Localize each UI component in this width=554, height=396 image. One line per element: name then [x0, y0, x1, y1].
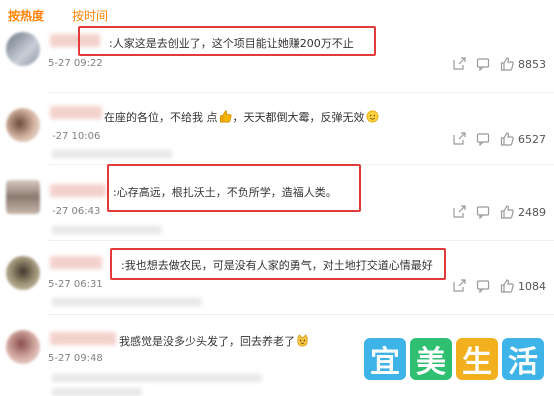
divider: [48, 92, 554, 93]
avatar[interactable]: [6, 32, 40, 66]
comment-actions: 1084: [442, 278, 546, 294]
thumb-up-icon[interactable]: [500, 132, 514, 146]
share-icon[interactable]: [452, 57, 466, 71]
smiling-face-emoji-icon: [366, 110, 379, 123]
username-blurred[interactable]: [50, 106, 102, 119]
comment-text: 在座的各位，不给我 点 ，天天都倒大霉，反弹无效: [104, 110, 380, 125]
divider: [48, 314, 554, 315]
comment-time: -27 10:06: [52, 131, 101, 142]
comment-text-part: ，天天都倒大霉，反弹无效: [232, 111, 365, 124]
username-blurred[interactable]: [50, 256, 102, 269]
username-blurred[interactable]: [50, 332, 116, 345]
comment-text-part: 我感觉是没多少头发了，回去养老了: [119, 335, 295, 348]
comment-time: 5-27 09:48: [48, 353, 103, 364]
tab-by-hot[interactable]: 按热度: [8, 7, 44, 24]
comment-time: 5-27 09:22: [48, 58, 103, 69]
reply-preview-blurred: [52, 226, 162, 234]
reply-preview-blurred: [52, 298, 202, 306]
watermark-char: 宜: [364, 338, 406, 380]
comment-text-part: 在座的各位，不给我 点: [104, 111, 218, 124]
avatar[interactable]: [6, 256, 40, 290]
comment-actions: 2489: [442, 204, 546, 220]
watermark-char: 美: [410, 338, 452, 380]
comment-actions: 6527: [442, 131, 546, 147]
reply-preview-blurred: [52, 388, 142, 396]
reply-preview-blurred: [52, 150, 172, 158]
tab-by-time[interactable]: 按时间: [72, 7, 108, 24]
divider: [48, 240, 554, 241]
share-icon[interactable]: [452, 132, 466, 146]
thumb-up-icon[interactable]: [500, 57, 514, 71]
cat-face-emoji-icon: [296, 334, 309, 347]
comment-icon[interactable]: [476, 205, 490, 219]
watermark-logo: 宜 美 生 活: [364, 338, 544, 380]
avatar[interactable]: [6, 108, 40, 142]
comment-icon[interactable]: [476, 279, 490, 293]
thumb-up-icon[interactable]: [500, 205, 514, 219]
highlight-box: [107, 164, 361, 212]
sort-tabs: 按热度 按时间: [0, 0, 554, 26]
comment-time: -27 06:43: [52, 206, 101, 217]
thumb-up-icon[interactable]: [500, 279, 514, 293]
comment-icon[interactable]: [476, 57, 490, 71]
comment-actions: 8853: [442, 56, 546, 72]
highlight-box: [110, 248, 446, 280]
thumbs-up-emoji-icon: [219, 110, 232, 123]
comment-icon[interactable]: [476, 132, 490, 146]
share-icon[interactable]: [452, 205, 466, 219]
like-count: 8853: [518, 57, 546, 71]
watermark-char: 活: [502, 338, 544, 380]
avatar[interactable]: [6, 180, 40, 214]
highlight-box: [78, 26, 376, 56]
reply-preview-blurred: [52, 374, 262, 382]
comment-text: 我感觉是没多少头发了，回去养老了: [119, 334, 310, 349]
username-blurred[interactable]: [50, 184, 106, 197]
avatar[interactable]: [6, 330, 40, 364]
like-count: 6527: [518, 132, 546, 146]
share-icon[interactable]: [452, 279, 466, 293]
watermark-char: 生: [456, 338, 498, 380]
like-count: 2489: [518, 205, 546, 219]
like-count: 1084: [518, 279, 546, 293]
comment-time: 5-27 06:31: [48, 279, 103, 290]
